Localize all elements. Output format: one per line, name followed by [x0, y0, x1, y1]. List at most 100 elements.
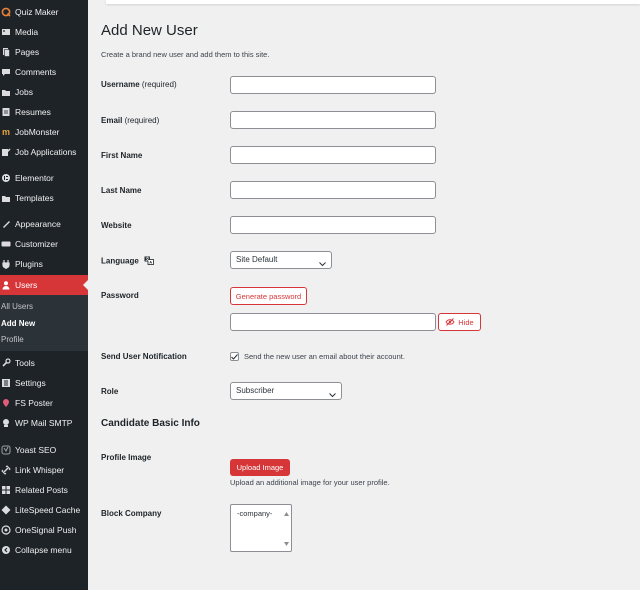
- media-icon: [1, 27, 11, 37]
- required-note: (required): [124, 116, 160, 125]
- language-label: Language 文A: [101, 256, 154, 267]
- main-content: Add New User Create a brand new user and…: [88, 0, 640, 590]
- chevron-down-icon: [329, 388, 336, 404]
- comments-icon: [1, 67, 11, 77]
- users-submenu: All Users Add New Profile: [0, 295, 88, 351]
- menu-item-elementor[interactable]: Elementor: [0, 168, 88, 188]
- menu-label: WP Mail SMTP: [15, 418, 73, 428]
- password-label: Password: [101, 291, 139, 300]
- menu-label: Appearance: [15, 219, 61, 229]
- menu-item-pages[interactable]: Pages: [0, 42, 88, 62]
- hide-label: Hide: [458, 317, 474, 327]
- upload-hint: Upload an additional image for your user…: [230, 478, 390, 487]
- hide-password-button[interactable]: Hide: [438, 313, 481, 331]
- menu-item-jobmonster[interactable]: m JobMonster: [0, 122, 88, 142]
- onesignal-push-icon: [1, 525, 11, 535]
- menu-label: Link Whisper: [15, 465, 65, 475]
- email-label-text: Email: [101, 116, 123, 125]
- pages-icon: [1, 47, 11, 57]
- job-applications-icon: [1, 147, 11, 157]
- submenu-all-users[interactable]: All Users: [1, 302, 33, 311]
- menu-item-settings[interactable]: Settings: [0, 373, 88, 393]
- menu-label: Templates: [15, 193, 54, 203]
- block-company-option[interactable]: -company-: [237, 509, 272, 518]
- email-input[interactable]: [230, 111, 436, 129]
- menu-item-wp-mail-smtp[interactable]: WP Mail SMTP: [0, 413, 88, 433]
- menu-item-link-whisper[interactable]: Link Whisper: [0, 460, 88, 480]
- menu-label: Quiz Maker: [15, 7, 59, 17]
- menu-item-job-applications[interactable]: Job Applications: [0, 142, 88, 162]
- users-icon: [1, 280, 11, 290]
- menu-label: Comments: [15, 67, 57, 77]
- menu-label: OneSignal Push: [15, 525, 77, 535]
- notification-text: Send the new user an email about their a…: [244, 352, 405, 361]
- menu-item-quiz-maker[interactable]: Quiz Maker: [0, 2, 88, 22]
- block-company-listbox[interactable]: -company-: [230, 504, 292, 552]
- submenu-add-new[interactable]: Add New: [1, 319, 35, 328]
- menu-item-jobs[interactable]: Jobs: [0, 82, 88, 102]
- username-label: Username (required): [101, 80, 177, 89]
- notification-checkbox[interactable]: [230, 352, 239, 361]
- menu-item-fs-poster[interactable]: FS Poster: [0, 393, 88, 413]
- scroll-down-arrow-icon[interactable]: [284, 538, 289, 548]
- checkmark-icon: [231, 353, 238, 360]
- menu-item-comments[interactable]: Comments: [0, 62, 88, 82]
- jobs-icon: [1, 87, 11, 97]
- language-label-text: Language: [101, 256, 139, 266]
- menu-item-customizer[interactable]: Customizer: [0, 234, 88, 254]
- scroll-up-arrow-icon[interactable]: [284, 508, 289, 518]
- upload-image-button[interactable]: Upload Image: [230, 459, 290, 476]
- eye-slash-icon: [445, 318, 455, 326]
- menu-item-media[interactable]: Media: [0, 22, 88, 42]
- menu-item-collapse-menu[interactable]: Collapse menu: [0, 540, 88, 560]
- litespeed-cache-icon: [1, 505, 11, 515]
- menu-label: Resumes: [15, 107, 51, 117]
- page-description: Create a brand new user and add them to …: [101, 50, 270, 59]
- settings-icon: [1, 378, 11, 388]
- top-panel-edge: [106, 0, 640, 4]
- first-name-input[interactable]: [230, 146, 436, 164]
- website-input[interactable]: [230, 216, 436, 234]
- menu-item-users[interactable]: Users: [0, 275, 88, 295]
- role-select[interactable]: Subscriber: [230, 382, 342, 400]
- menu-item-related-posts[interactable]: Related Posts: [0, 480, 88, 500]
- menu-item-templates[interactable]: Templates: [0, 188, 88, 208]
- plugins-icon: [1, 259, 11, 269]
- menu-label: Customizer: [15, 239, 58, 249]
- last-name-input[interactable]: [230, 181, 436, 199]
- menu-label: Job Applications: [15, 147, 77, 157]
- menu-label: Elementor: [15, 173, 54, 183]
- menu-label: Tools: [15, 358, 35, 368]
- menu-label: Settings: [15, 378, 46, 388]
- elementor-icon: [1, 173, 11, 183]
- menu-item-tools[interactable]: Tools: [0, 353, 88, 373]
- language-selected-value: Site Default: [236, 255, 278, 264]
- submenu-profile[interactable]: Profile: [1, 335, 24, 344]
- menu-label: Yoast SEO: [15, 445, 57, 455]
- collapse-menu-icon: [1, 545, 11, 555]
- menu-label: Plugins: [15, 259, 43, 269]
- menu-item-yoast-seo[interactable]: Yoast SEO: [0, 440, 88, 460]
- chevron-down-icon: [319, 257, 326, 273]
- first-name-label: First Name: [101, 151, 143, 160]
- appearance-icon: [1, 219, 11, 229]
- customizer-icon: [1, 239, 11, 249]
- menu-item-appearance[interactable]: Appearance: [0, 214, 88, 234]
- menu-item-onesignal-push[interactable]: OneSignal Push: [0, 520, 88, 540]
- language-select[interactable]: Site Default: [230, 251, 332, 269]
- menu-label: LiteSpeed Cache: [15, 505, 81, 515]
- role-label: Role: [101, 387, 119, 396]
- candidate-section-title: Candidate Basic Info: [101, 418, 200, 429]
- block-company-label: Block Company: [101, 509, 162, 518]
- profile-image-label: Profile Image: [101, 453, 152, 462]
- role-selected-value: Subscriber: [236, 386, 275, 395]
- menu-item-resumes[interactable]: Resumes: [0, 102, 88, 122]
- password-input[interactable]: [230, 313, 436, 331]
- page-title: Add New User: [101, 22, 198, 39]
- username-input[interactable]: [230, 76, 436, 94]
- generate-password-button[interactable]: Generate password: [230, 287, 307, 305]
- menu-item-plugins[interactable]: Plugins: [0, 254, 88, 274]
- menu-item-litespeed-cache[interactable]: LiteSpeed Cache: [0, 500, 88, 520]
- resumes-icon: [1, 107, 11, 117]
- website-label: Website: [101, 221, 132, 230]
